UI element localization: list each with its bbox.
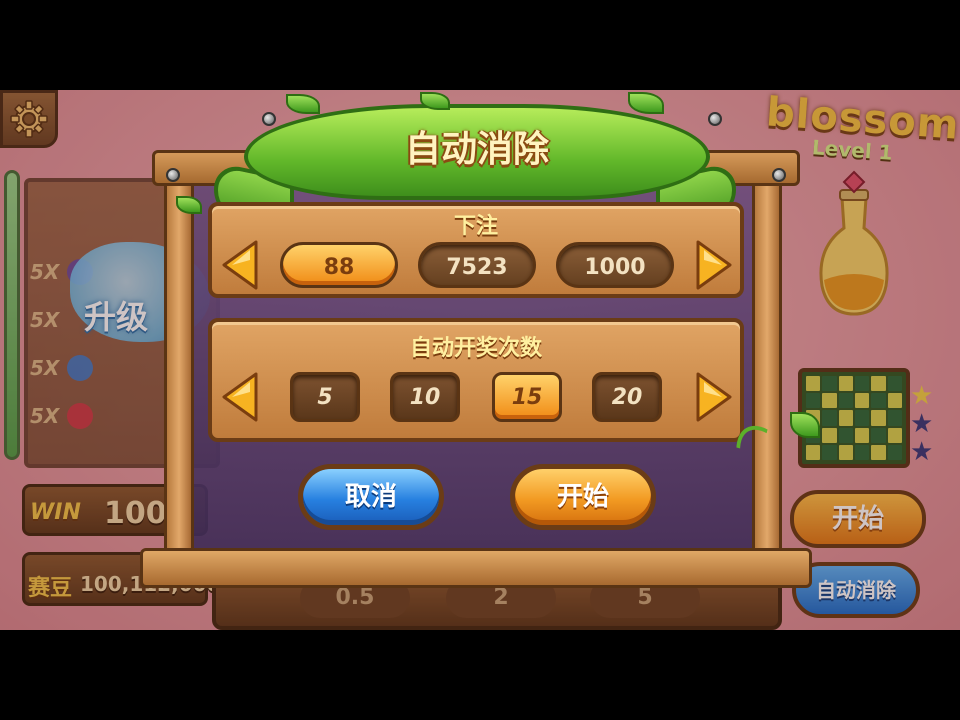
dialog-bottom-beam [140, 548, 812, 588]
arrow-right-icon [696, 240, 732, 290]
bet-prev-button[interactable] [220, 238, 260, 292]
bet-option[interactable]: 1000 [556, 242, 674, 288]
start-button[interactable]: 开始 [510, 464, 656, 530]
cancel-button[interactable]: 取消 [298, 464, 444, 530]
bet-option[interactable]: 7523 [418, 242, 536, 288]
bolt-icon [772, 168, 786, 182]
bolt-icon [166, 168, 180, 182]
dialog-left-post [164, 160, 194, 560]
count-prev-button[interactable] [220, 370, 260, 424]
count-next-button[interactable] [694, 370, 734, 424]
arrow-right-icon [696, 372, 732, 422]
arrow-left-icon [222, 240, 258, 290]
bolt-icon [708, 112, 722, 126]
count-option[interactable]: 5 [290, 372, 360, 422]
bet-option[interactable]: 88 [280, 242, 398, 288]
count-option[interactable]: 20 [592, 372, 662, 422]
bet-next-button[interactable] [694, 238, 734, 292]
arrow-left-icon [222, 372, 258, 422]
bet-section-title: 下注 [453, 214, 498, 239]
letterbox-top [0, 0, 960, 90]
count-option[interactable]: 15 [492, 372, 562, 422]
letterbox-bottom [0, 630, 960, 720]
count-option[interactable]: 10 [390, 372, 460, 422]
auto-count-section-title: 自动开奖次数 [409, 336, 542, 361]
dialog-title: 自动消除 [404, 129, 549, 170]
